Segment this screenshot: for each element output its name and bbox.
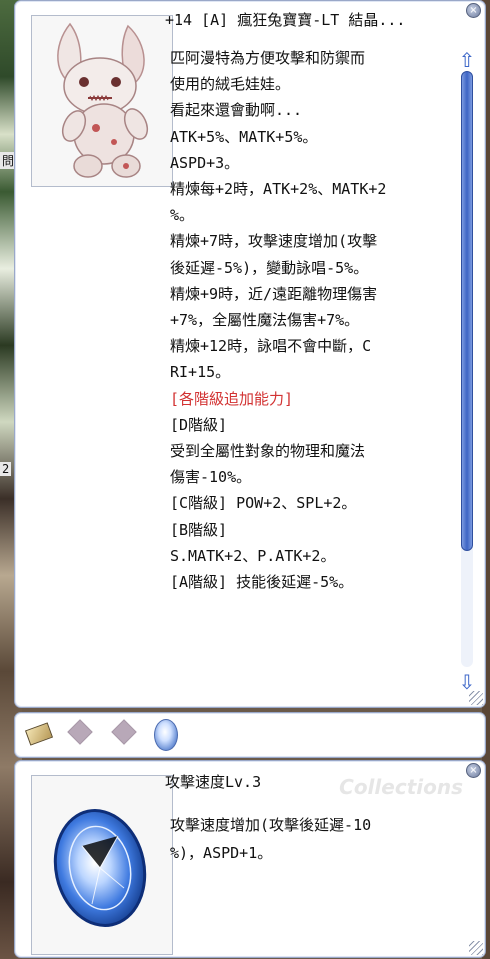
description-line: 傷害-10%。	[170, 468, 252, 487]
description-line: [B階級]	[170, 520, 228, 539]
card-slot-icon[interactable]	[24, 722, 54, 746]
resize-grip-icon[interactable]	[469, 691, 483, 705]
description-line: 看起來還會動啊...	[170, 101, 303, 120]
description-line: 使用的絨毛娃娃。	[170, 75, 291, 94]
scroll-track[interactable]	[461, 71, 473, 667]
card-description: 攻擊速度增加(攻擊後延遲-10 %)，ASPD+1。	[170, 811, 460, 867]
description-line: 後延遲-5%)，變動詠唱-5%。	[170, 258, 369, 277]
blue-gem-icon[interactable]	[154, 719, 178, 751]
description-line: 受到全屬性對象的物理和魔法	[170, 442, 366, 461]
card-title: 攻擊速度Lv.3	[165, 773, 262, 791]
resize-grip-icon[interactable]	[469, 941, 483, 955]
card-description-line: 攻擊速度增加(攻擊後延遲-10	[170, 816, 372, 834]
description-line: 精煉+9時，近/遠距離物理傷害	[170, 284, 378, 303]
description-line: ASPD+3。	[170, 153, 240, 172]
item-title: +14 [A] 瘋狂兔寶寶-LT 結晶...	[165, 11, 406, 29]
description-line: 匹阿漫特為方便攻擊和防禦而	[170, 49, 366, 67]
description-line: [C階級] POW+2、SPL+2。	[170, 494, 357, 513]
rabbit-doll-icon	[57, 22, 149, 178]
item-description: 匹阿漫特為方便攻擊和防禦而 使用的絨毛娃娃。 看起來還會動啊... ATK+5%、MA…	[170, 45, 455, 595]
background-tag: 2	[0, 462, 12, 476]
description-line: ATK+5%、MATK+5%。	[170, 127, 318, 146]
blue-gem-icon	[53, 809, 147, 927]
collections-watermark: Collections	[339, 775, 463, 799]
description-line: [A階級] 技能後延遲-5%。	[170, 573, 354, 592]
scroll-down-arrow-icon[interactable]: ⇩	[457, 672, 477, 692]
description-line: [各階級追加能力]	[170, 389, 294, 408]
close-icon[interactable]: ×	[466, 763, 481, 778]
close-icon[interactable]: ×	[466, 3, 481, 18]
description-line: %。	[170, 206, 195, 225]
description-line: RI+15。	[170, 363, 231, 382]
description-line: 精煉+7時，攻擊速度增加(攻擊	[170, 232, 378, 251]
description-line: +7%，全屬性魔法傷害+7%。	[170, 311, 360, 330]
card-description-line: %)，ASPD+1。	[170, 844, 273, 862]
scroll-thumb[interactable]	[461, 71, 473, 551]
description-line: S.MATK+2、P.ATK+2。	[170, 546, 336, 565]
empty-slot-icon[interactable]	[111, 719, 137, 745]
scrollbar[interactable]: ⇧ ⇩	[457, 50, 477, 692]
card-slots-bar	[14, 712, 486, 758]
description-line: 精煉+12時，詠唱不會中斷，C	[170, 337, 372, 356]
description-line: 精煉每+2時，ATK+2%、MATK+2	[170, 180, 387, 199]
card-info-window[interactable]: 攻擊速度Lv.3 Collections × 攻擊速度增加(攻擊後延遲-10%)…	[14, 760, 486, 958]
item-image-frame	[31, 15, 173, 187]
card-image-frame	[31, 775, 173, 955]
empty-slot-icon[interactable]	[67, 719, 93, 745]
item-info-window[interactable]: +14 [A] 瘋狂兔寶寶-LT 結晶... × 匹阿漫特為方便攻擊和防禦而 使用…	[14, 0, 486, 708]
scroll-up-arrow-icon[interactable]: ⇧	[457, 50, 477, 70]
description-line: [D階級]	[170, 415, 228, 434]
